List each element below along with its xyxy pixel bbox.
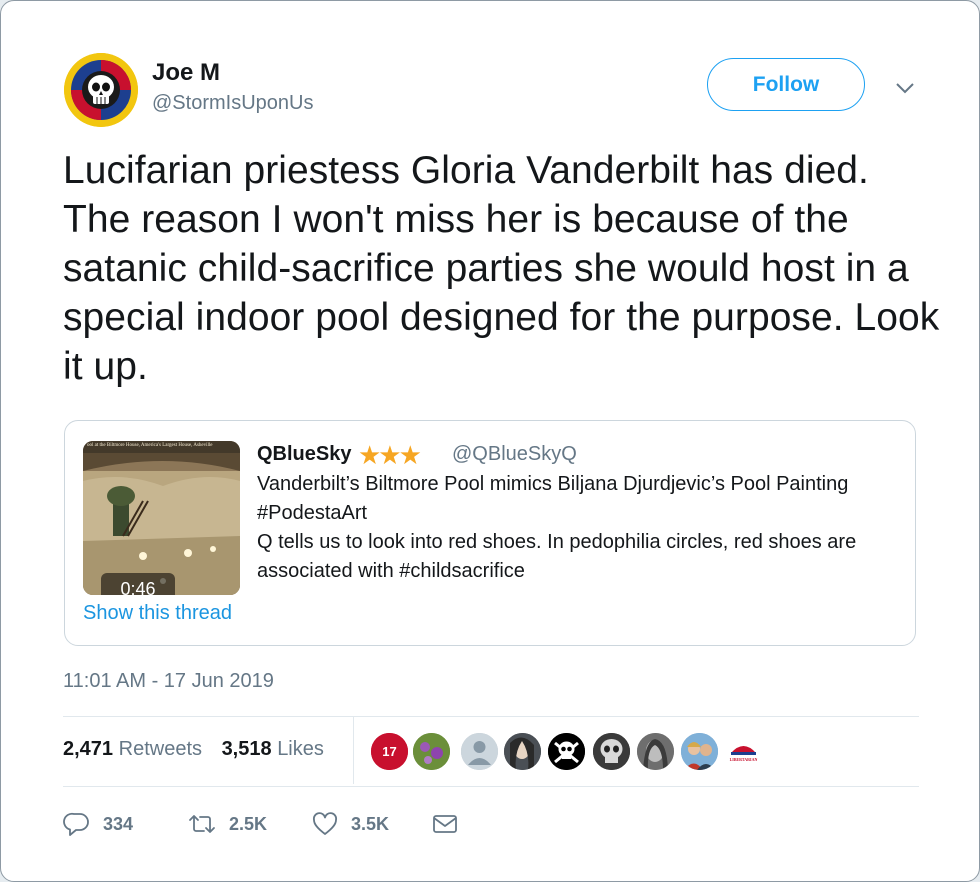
engagement-stats: 2,471 Retweets 3,518 Likes: [63, 738, 338, 761]
divider: [63, 786, 919, 787]
direct-message-button[interactable]: [431, 807, 459, 841]
quoted-author-name[interactable]: QBlueSky: [257, 443, 351, 466]
author-handle[interactable]: @StormIsUponUs: [152, 92, 313, 115]
pool-scene-image: [83, 441, 240, 595]
retweet-icon: [189, 815, 215, 833]
flowers-avatar-icon[interactable]: [412, 732, 451, 771]
show-thread-link[interactable]: Show this thread: [83, 602, 232, 625]
skull-avatar-icon[interactable]: [592, 732, 631, 771]
likes-stat[interactable]: 3,518 Likes: [222, 738, 324, 761]
more-options-chevron-icon[interactable]: [894, 78, 916, 98]
retweets-stat[interactable]: 2,471 Retweets: [63, 738, 202, 761]
jersey-avatar-icon[interactable]: 17: [370, 732, 409, 771]
thumbnail-caption: ool at the Biltmore House, America's Lar…: [87, 443, 213, 448]
reply-button[interactable]: 334: [63, 807, 133, 841]
skull-badge-icon: [64, 53, 138, 127]
portrait-avatar-icon[interactable]: [503, 732, 542, 771]
video-duration-badge: 0:46: [101, 573, 175, 595]
retweets-count: 2,471: [63, 738, 114, 760]
tweet-timestamp[interactable]: 11:01 AM - 17 Jun 2019: [63, 670, 274, 693]
bw-portrait-avatar-icon[interactable]: [636, 732, 675, 771]
quoted-author-handle[interactable]: @QBlueSkyQ: [452, 443, 577, 466]
reply-count: 334: [103, 813, 134, 834]
like-count: 3.5K: [351, 813, 390, 834]
libertarian-logo-text: LIBERTARIAN: [730, 757, 758, 762]
retweets-label: Retweets: [118, 738, 202, 760]
retweet-count: 2.5K: [229, 813, 268, 834]
divider: [63, 716, 919, 717]
default-person-avatar-icon[interactable]: [460, 732, 499, 771]
follow-button[interactable]: Follow: [707, 58, 865, 111]
reply-icon: [63, 812, 89, 836]
likes-label: Likes: [277, 738, 324, 760]
video-thumbnail[interactable]: ool at the Biltmore House, America's Lar…: [83, 441, 240, 595]
like-button[interactable]: 3.5K: [311, 807, 389, 841]
heart-icon: [313, 812, 337, 835]
stats-divider: [353, 717, 354, 784]
libertarian-logo-avatar-icon[interactable]: LIBERTARIAN: [724, 732, 763, 771]
retweet-button[interactable]: 2.5K: [187, 807, 267, 841]
envelope-icon: [433, 815, 457, 833]
star-emoji-icon: ★★★: [358, 440, 422, 470]
author-name[interactable]: Joe M: [152, 59, 220, 87]
jersey-number: 17: [382, 744, 396, 759]
tweet-text: Lucifarian priestess Gloria Vanderbilt h…: [63, 149, 940, 388]
likes-count: 3,518: [221, 738, 272, 760]
author-avatar[interactable]: [64, 53, 138, 127]
quoted-tweet[interactable]: ool at the Biltmore House, America's Lar…: [64, 420, 916, 646]
quoted-tweet-text: Vanderbilt’s Biltmore Pool mimics Biljan…: [257, 473, 857, 582]
couple-avatar-icon[interactable]: [680, 732, 719, 771]
tweet-card: Joe M @StormIsUponUs Follow Lucifarian p…: [0, 0, 980, 882]
skull-crossbones-avatar-icon[interactable]: [547, 732, 586, 771]
